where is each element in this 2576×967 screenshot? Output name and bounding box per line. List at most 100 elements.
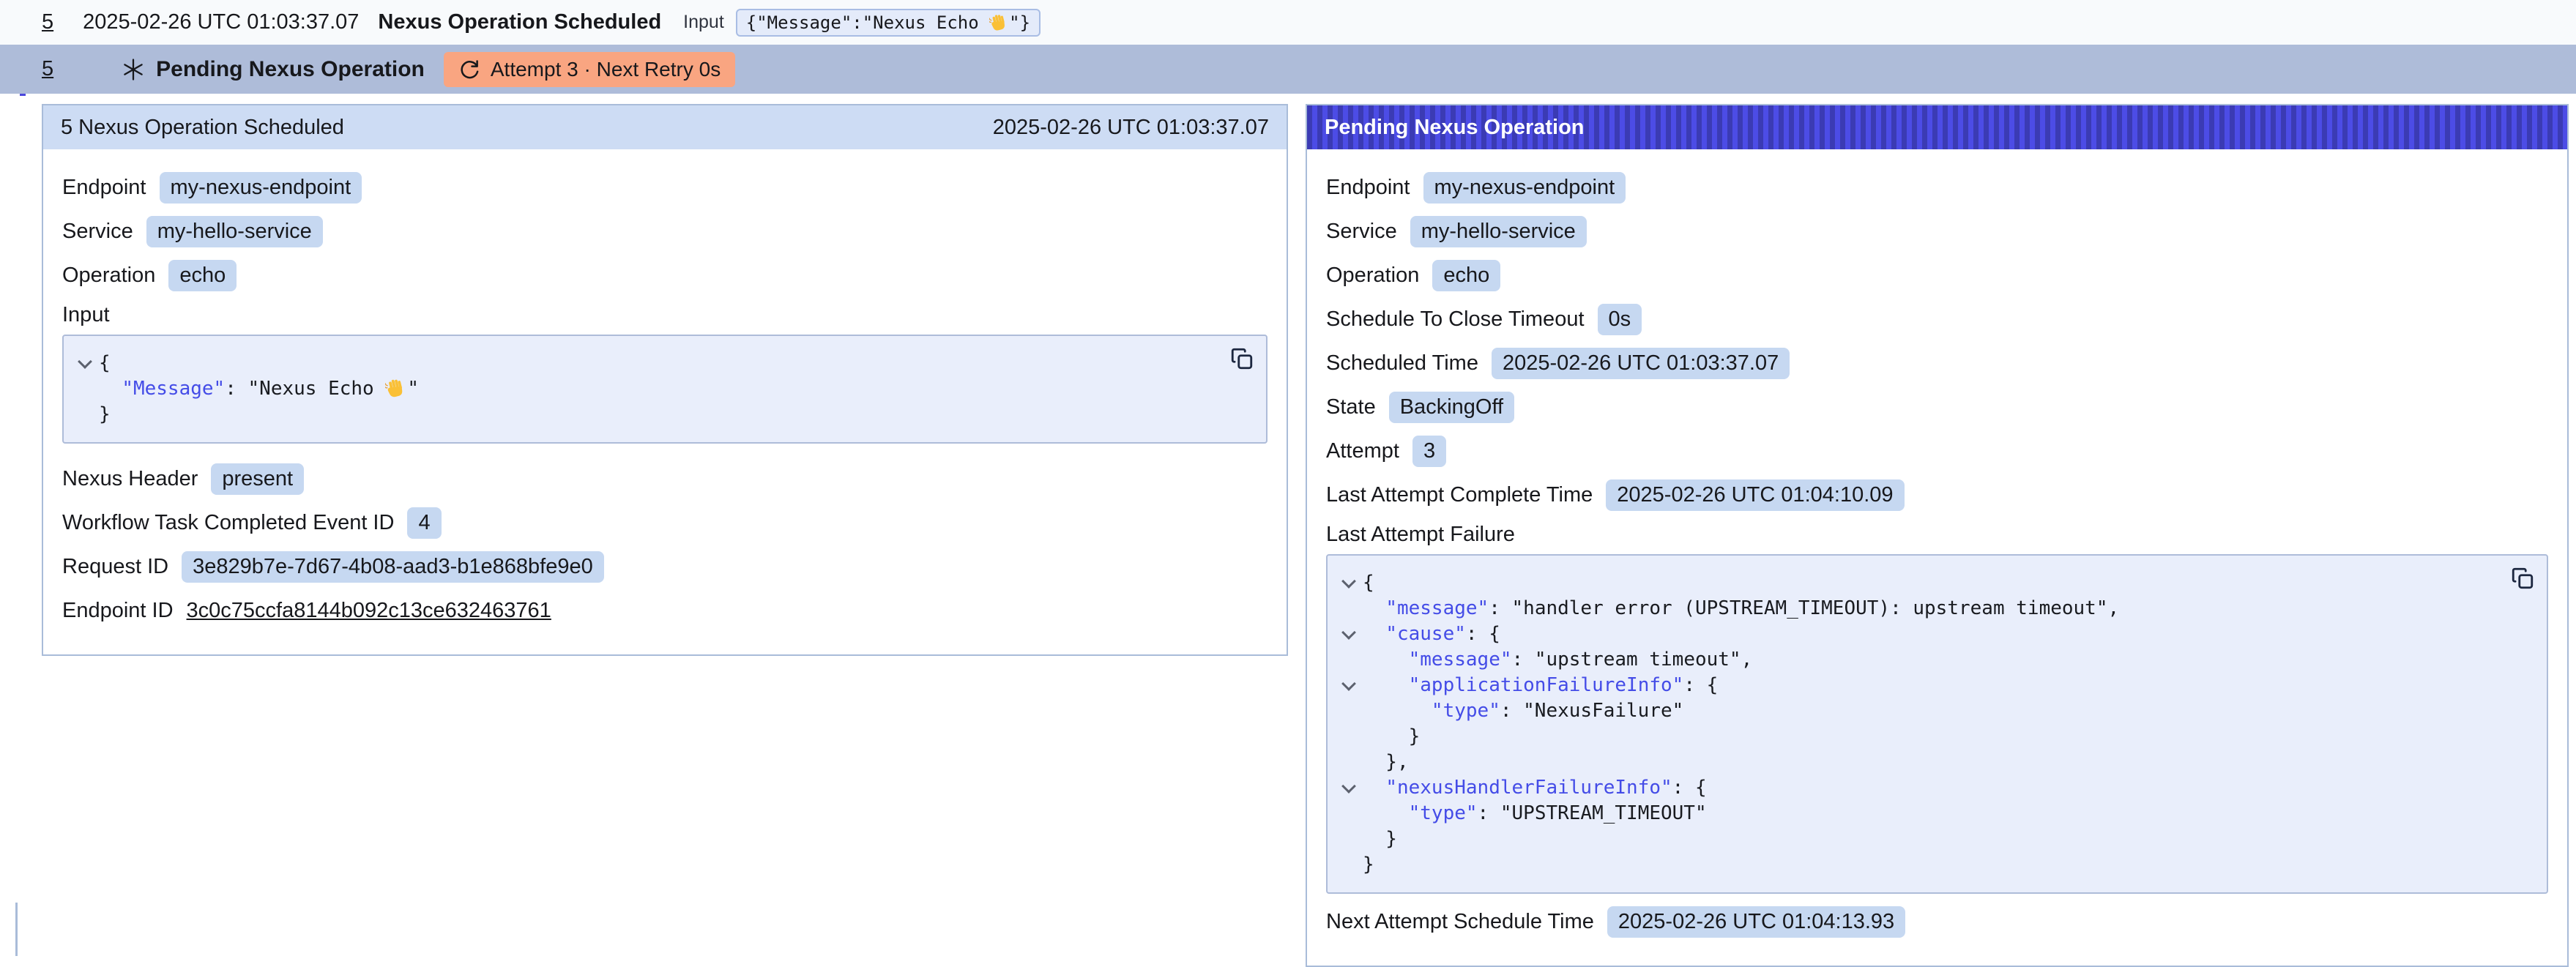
field-label: Scheduled Time bbox=[1326, 351, 1478, 376]
retry-badge-label: Attempt 3 · Next Retry 0s bbox=[491, 58, 721, 81]
field-label: Request ID bbox=[62, 555, 168, 579]
field-label: Operation bbox=[62, 264, 155, 288]
panel-title: 5 Nexus Operation Scheduled bbox=[61, 116, 344, 140]
field-label: Service bbox=[62, 220, 133, 244]
failure-json-block: { "message": "handler error (UPSTREAM_TI… bbox=[1326, 554, 2548, 894]
field-row-request-id: Request ID 3e829b7e-7d67-4b08-aad3-b1e86… bbox=[62, 550, 1267, 583]
field-value-badge: my-nexus-endpoint bbox=[160, 172, 362, 204]
field-row-next-attempt-schedule-time: Next Attempt Schedule Time 2025-02-26 UT… bbox=[1326, 906, 2548, 938]
scheduled-panel-body: Endpoint my-nexus-endpoint Service my-he… bbox=[43, 149, 1287, 654]
json-line-text: "nexusHandlerFailureInfo": { bbox=[1363, 775, 1707, 801]
json-lines: { "Message": "Nexus Echo "} bbox=[71, 351, 1215, 428]
json-line-gutter bbox=[1335, 596, 1363, 621]
field-value-badge: my-hello-service bbox=[1410, 216, 1587, 247]
retry-icon bbox=[458, 59, 480, 81]
event-id-link[interactable]: 5 bbox=[42, 10, 53, 34]
field-label: Attempt bbox=[1326, 439, 1399, 463]
json-line-gutter bbox=[71, 376, 99, 402]
field-row-service: Service my-hello-service bbox=[62, 215, 1267, 247]
json-line-text: "type": "UPSTREAM_TIMEOUT" bbox=[1363, 801, 1707, 826]
field-value-badge: my-hello-service bbox=[146, 216, 323, 247]
field-value-badge: present bbox=[211, 463, 304, 495]
field-row-scheduled-time: Scheduled Time 2025-02-26 UTC 01:03:37.0… bbox=[1326, 347, 2548, 379]
json-line-text: "message": "upstream timeout", bbox=[1363, 647, 1752, 673]
collapse-chevron-icon[interactable] bbox=[1341, 625, 1356, 640]
pending-asterisk-icon bbox=[121, 57, 146, 82]
input-json-block: { "Message": "Nexus Echo "} bbox=[62, 335, 1267, 444]
field-value-badge: BackingOff bbox=[1389, 392, 1514, 423]
json-line-gutter bbox=[1335, 570, 1363, 596]
field-row-workflow-task-completed-event-id: Workflow Task Completed Event ID 4 bbox=[62, 507, 1267, 539]
input-section-label: Input bbox=[62, 303, 1267, 327]
field-row-schedule-to-close-timeout: Schedule To Close Timeout 0s bbox=[1326, 303, 2548, 335]
field-label: Last Attempt Complete Time bbox=[1326, 483, 1593, 507]
field-row-nexus-header: Nexus Header present bbox=[62, 463, 1267, 495]
field-row-operation: Operation echo bbox=[62, 259, 1267, 291]
json-line-gutter bbox=[1335, 801, 1363, 826]
json-line-text: } bbox=[1363, 852, 1374, 878]
json-line-text: "cause": { bbox=[1363, 621, 1500, 647]
json-line-gutter bbox=[1335, 750, 1363, 775]
json-line-text: } bbox=[99, 402, 111, 428]
json-line-gutter bbox=[1335, 621, 1363, 647]
scheduled-panel-header: 5 Nexus Operation Scheduled 2025-02-26 U… bbox=[43, 105, 1287, 149]
copy-button[interactable] bbox=[1229, 346, 1254, 371]
copy-button[interactable] bbox=[2510, 566, 2535, 591]
json-line-text: } bbox=[1363, 724, 1420, 750]
field-row-endpoint-id: Endpoint ID 3c0c75ccfa8144b092c13ce63246… bbox=[62, 594, 1267, 627]
field-value-badge: 0s bbox=[1598, 304, 1642, 335]
input-preview-chip: {"Message":"Nexus Echo "} bbox=[736, 9, 1041, 37]
pending-panel-body: Endpoint my-nexus-endpoint Service my-he… bbox=[1307, 149, 2567, 966]
field-value-badge: 2025-02-26 UTC 01:03:37.07 bbox=[1492, 348, 1790, 379]
event-timestamp: 2025-02-26 UTC 01:03:37.07 bbox=[83, 10, 359, 34]
field-label: Workflow Task Completed Event ID bbox=[62, 511, 394, 535]
field-value-badge: 2025-02-26 UTC 01:04:10.09 bbox=[1606, 479, 1904, 511]
field-row-operation: Operation echo bbox=[1326, 259, 2548, 291]
event-row-pending[interactable]: 5 Pending Nexus Operation Attempt 3 · Ne… bbox=[0, 45, 2576, 94]
panel-title: Pending Nexus Operation bbox=[1325, 116, 1585, 140]
failure-section-label: Last Attempt Failure bbox=[1326, 523, 2548, 547]
copy-icon bbox=[1229, 346, 1254, 371]
json-line-text: { bbox=[1363, 570, 1374, 596]
event-id-link[interactable]: 5 bbox=[42, 57, 53, 81]
field-label: Schedule To Close Timeout bbox=[1326, 307, 1585, 332]
field-row-service: Service my-hello-service bbox=[1326, 215, 2548, 247]
field-label: Service bbox=[1326, 220, 1397, 244]
collapse-chevron-icon[interactable] bbox=[1341, 779, 1356, 794]
waving-hand-emoji-icon bbox=[989, 12, 1009, 32]
json-line-gutter bbox=[1335, 775, 1363, 801]
json-line-gutter bbox=[1335, 647, 1363, 673]
pending-operation-panel: Pending Nexus Operation Endpoint my-nexu… bbox=[1306, 104, 2569, 967]
field-label: Endpoint bbox=[62, 176, 146, 200]
field-value-badge: echo bbox=[168, 260, 237, 291]
collapse-chevron-icon[interactable] bbox=[1341, 574, 1356, 589]
copy-icon bbox=[2510, 566, 2535, 591]
json-line-gutter bbox=[1335, 826, 1363, 852]
waving-hand-emoji-icon bbox=[385, 377, 407, 399]
collapse-chevron-icon[interactable] bbox=[1341, 676, 1356, 691]
field-label: Endpoint bbox=[1326, 176, 1410, 200]
collapse-chevron-icon[interactable] bbox=[78, 354, 92, 369]
field-label: Endpoint ID bbox=[62, 599, 174, 623]
json-line-text: } bbox=[1363, 826, 1397, 852]
json-line-text: "Message": "Nexus Echo " bbox=[99, 376, 419, 402]
event-row-scheduled[interactable]: 5 2025-02-26 UTC 01:03:37.07 Nexus Opera… bbox=[0, 0, 2576, 45]
timeline-connector-line bbox=[15, 903, 18, 956]
json-line-text: }, bbox=[1363, 750, 1409, 775]
input-preview-text-post: "} bbox=[1009, 12, 1030, 33]
scheduled-event-panel: 5 Nexus Operation Scheduled 2025-02-26 U… bbox=[42, 104, 1288, 656]
field-row-last-attempt-complete-time: Last Attempt Complete Time 2025-02-26 UT… bbox=[1326, 479, 2548, 511]
json-line-text: "applicationFailureInfo": { bbox=[1363, 673, 1718, 698]
json-line-gutter bbox=[71, 351, 99, 376]
json-line-gutter bbox=[1335, 724, 1363, 750]
endpoint-id-link[interactable]: 3c0c75ccfa8144b092c13ce632463761 bbox=[187, 599, 551, 623]
field-value-badge: 3 bbox=[1412, 436, 1446, 467]
json-line-gutter bbox=[71, 402, 99, 428]
input-preview-text-pre: {"Message":"Nexus Echo bbox=[746, 12, 989, 33]
json-line-gutter bbox=[1335, 698, 1363, 724]
input-label: Input bbox=[683, 12, 724, 33]
json-line-text: { bbox=[99, 351, 111, 376]
field-label: Operation bbox=[1326, 264, 1419, 288]
pending-title: Pending Nexus Operation bbox=[156, 57, 425, 82]
pending-panel-header: Pending Nexus Operation bbox=[1307, 105, 2567, 149]
